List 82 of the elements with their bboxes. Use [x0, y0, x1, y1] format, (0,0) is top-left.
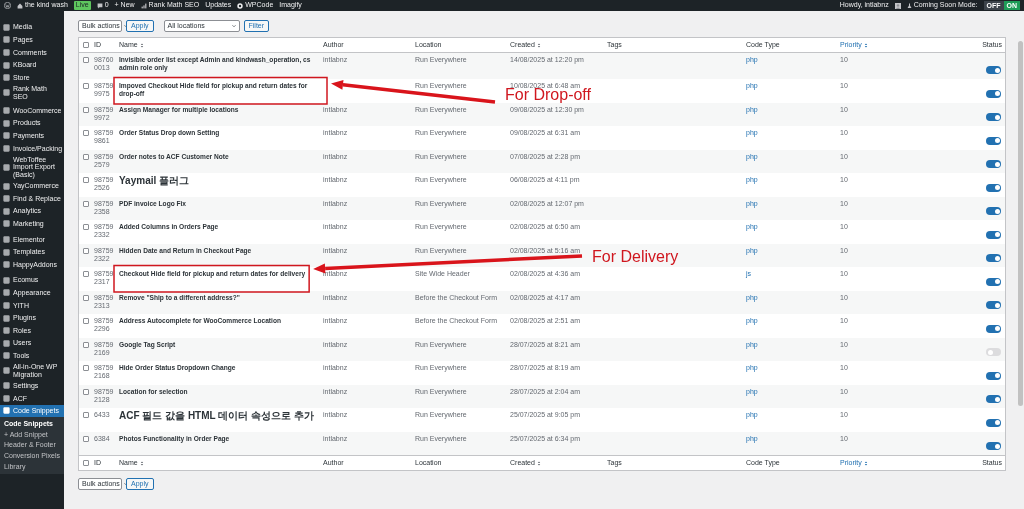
- status-toggle[interactable]: [986, 160, 1001, 168]
- square-icon: [3, 276, 10, 284]
- square-icon: [3, 220, 10, 228]
- status-toggle[interactable]: [986, 113, 1001, 121]
- square-icon: [3, 289, 10, 297]
- sort-icon: [536, 42, 541, 48]
- comment-icon: [96, 2, 103, 9]
- square-icon: [3, 235, 10, 243]
- avatar-icon: [894, 2, 901, 9]
- row-checkbox[interactable]: [83, 365, 89, 371]
- row-checkbox[interactable]: [83, 57, 89, 63]
- row-checkbox[interactable]: [83, 318, 89, 324]
- status-toggle[interactable]: [986, 66, 1001, 74]
- square-icon: [3, 314, 10, 322]
- select-all-checkbox[interactable]: [83, 42, 89, 48]
- status-toggle[interactable]: [986, 442, 1001, 450]
- select-all-checkbox[interactable]: [83, 460, 89, 466]
- square-icon: [3, 301, 10, 309]
- square-icon: [3, 163, 10, 171]
- square-icon: [3, 261, 10, 269]
- status-toggle[interactable]: [986, 207, 1001, 215]
- square-icon: [3, 352, 10, 360]
- square-icon: [3, 89, 10, 97]
- square-icon: [3, 119, 10, 127]
- square-icon: [3, 339, 10, 347]
- wordpress-logo-icon: [4, 2, 11, 9]
- row-checkbox[interactable]: [83, 247, 89, 254]
- square-icon: [3, 382, 10, 390]
- square-icon: [3, 207, 10, 215]
- row-checkbox[interactable]: [83, 412, 89, 418]
- square-icon: [3, 61, 10, 69]
- row-checkbox[interactable]: [83, 200, 89, 207]
- chevron-down-icon: [231, 24, 236, 28]
- square-icon: [3, 248, 10, 256]
- row-checkbox[interactable]: [83, 177, 89, 183]
- status-toggle[interactable]: [986, 89, 1001, 98]
- status-toggle[interactable]: [986, 230, 1001, 239]
- row-checkbox[interactable]: [83, 106, 89, 113]
- square-icon: [3, 74, 10, 82]
- annotation-label: For Drop-off: [505, 87, 591, 103]
- square-icon: [3, 107, 10, 115]
- square-icon: [3, 394, 10, 402]
- row-checkbox[interactable]: [83, 271, 89, 277]
- snippet-name-link[interactable]: ACF 필드 값을 HTML 데이터 속성으로 추가: [119, 411, 314, 421]
- row-checkbox[interactable]: [83, 294, 89, 301]
- square-icon: [3, 407, 10, 415]
- row-checkbox[interactable]: [83, 341, 89, 348]
- square-icon: [3, 49, 10, 56]
- square-icon: [3, 132, 10, 140]
- flask-icon: [906, 2, 912, 9]
- status-toggle[interactable]: [986, 348, 1001, 356]
- snippet-name-link[interactable]: Yaymail 플러그: [119, 176, 190, 186]
- status-toggle[interactable]: [986, 277, 1001, 286]
- row-checkbox[interactable]: [83, 224, 89, 230]
- square-icon: [3, 195, 10, 203]
- sort-icon: [139, 460, 144, 466]
- annotation-label: For Delivery: [592, 249, 679, 265]
- status-toggle[interactable]: [986, 395, 1001, 403]
- status-toggle[interactable]: [986, 183, 1001, 192]
- status-toggle[interactable]: [986, 301, 1001, 309]
- row-checkbox[interactable]: [83, 388, 89, 395]
- status-toggle[interactable]: [986, 136, 1001, 145]
- square-icon: [3, 23, 10, 31]
- sort-icon: [139, 42, 144, 48]
- sort-icon: [863, 460, 868, 466]
- status-toggle[interactable]: [986, 324, 1001, 333]
- row-checkbox[interactable]: [83, 130, 89, 136]
- square-icon: [3, 36, 10, 44]
- square-icon: [3, 182, 10, 190]
- sort-icon: [536, 460, 541, 466]
- square-icon: [3, 367, 10, 375]
- square-icon: [3, 144, 10, 152]
- status-toggle[interactable]: [986, 254, 1001, 262]
- status-toggle[interactable]: [986, 371, 1001, 380]
- square-icon: [3, 327, 10, 335]
- status-toggle[interactable]: [986, 418, 1001, 427]
- row-checkbox[interactable]: [83, 435, 89, 442]
- row-checkbox[interactable]: [83, 83, 89, 89]
- home-icon: [17, 2, 23, 9]
- sort-icon: [863, 42, 868, 48]
- chart-icon: [140, 2, 147, 9]
- row-checkbox[interactable]: [83, 153, 89, 160]
